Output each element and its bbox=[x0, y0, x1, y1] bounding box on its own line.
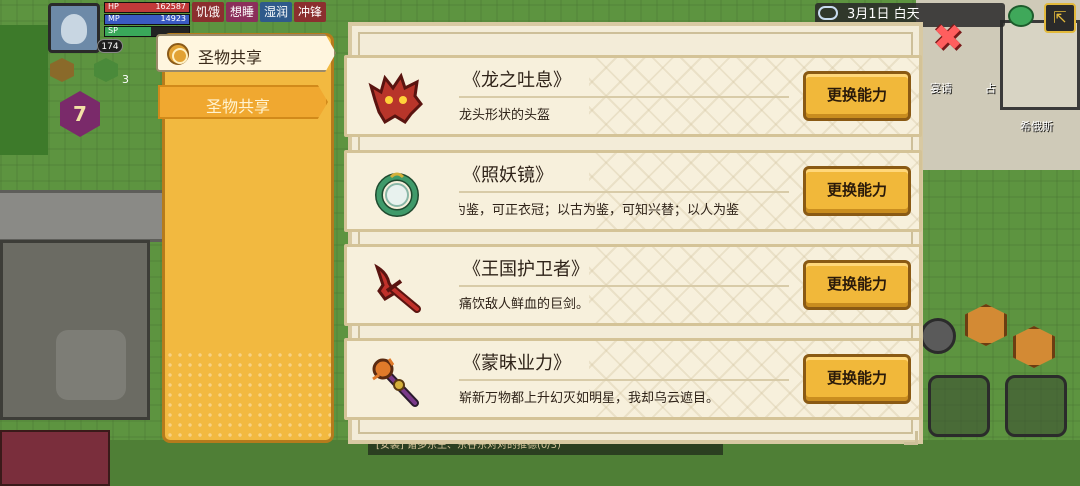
fortune-label[interactable]: 占 bbox=[985, 80, 996, 96]
close-icon[interactable]: ✖ bbox=[930, 21, 966, 58]
relic-divider bbox=[459, 379, 789, 381]
item-count: 3 bbox=[122, 73, 129, 86]
relic-name: 《照妖镜》 bbox=[463, 165, 553, 186]
mirror-icon bbox=[365, 165, 425, 221]
relic-name: 《蒙昧业力》 bbox=[463, 353, 571, 374]
player-level-badge: 174 bbox=[97, 39, 123, 53]
status-tag-hungry[interactable]: 饥饿 bbox=[192, 2, 225, 22]
dialog-corner-deco bbox=[904, 431, 918, 445]
carpet bbox=[0, 430, 110, 486]
hp-bar: HP 162587 bbox=[104, 2, 190, 13]
karma-staff-icon bbox=[365, 353, 425, 409]
sidebar-dot-pattern bbox=[165, 350, 331, 440]
hp-value: 162587 bbox=[155, 2, 186, 11]
change-ability-button[interactable]: 更换能力 bbox=[803, 166, 911, 216]
sidebar-tab-relic-share-header[interactable]: 圣物共享 bbox=[156, 34, 336, 72]
relic-name: 《龙之吐息》 bbox=[463, 70, 571, 91]
sword-weapon-icon[interactable] bbox=[928, 375, 990, 437]
relic-card: 《王国护卫者》 痛饮敌人鲜血的巨剑。 更换能力 bbox=[344, 244, 922, 326]
sp-label: SP bbox=[108, 26, 118, 35]
invite-label[interactable]: 宴请 bbox=[930, 80, 952, 96]
mp-label: MP bbox=[108, 14, 120, 23]
bow-weapon-icon[interactable] bbox=[1005, 375, 1067, 437]
sidebar-tab-relic-share[interactable]: 圣物共享 bbox=[158, 85, 328, 119]
tree-cluster bbox=[0, 25, 48, 155]
sidebar-tab-label: 圣物共享 bbox=[205, 97, 270, 116]
status-tag-charge[interactable]: 冲锋 bbox=[294, 2, 327, 22]
relic-description: 以铜为鉴，可正衣冠；以古为鉴，可知兴替；以人为鉴 bbox=[459, 203, 740, 218]
stone-path bbox=[0, 190, 165, 242]
status-tag-wet[interactable]: 湿润 bbox=[260, 2, 293, 22]
player-avatar[interactable] bbox=[48, 3, 100, 53]
mp-value: 14923 bbox=[160, 14, 186, 23]
relic-description: 痛饮敌人鲜血的巨剑。 bbox=[459, 297, 590, 312]
relic-divider bbox=[459, 285, 789, 287]
location-label: 希俄斯 bbox=[1020, 120, 1053, 133]
change-ability-button[interactable]: 更换能力 bbox=[803, 354, 911, 404]
dragon-helmet-icon bbox=[365, 70, 425, 126]
sidebar-header-label: 圣物共享 bbox=[198, 48, 263, 67]
relic-divider bbox=[459, 191, 789, 193]
relic-card: 《龙之吐息》 龙头形状的头盔 更换能力 bbox=[344, 55, 922, 137]
star-skill-icon[interactable] bbox=[920, 318, 956, 354]
relic-description: 龙头形状的头盔 bbox=[459, 108, 551, 123]
movement-dpad[interactable] bbox=[56, 330, 126, 400]
relic-card: 《照妖镜》 以铜为鉴，可正衣冠；以古为鉴，可知兴替；以人为鉴 更换能力 bbox=[344, 150, 922, 232]
relic-name: 《王国护卫者》 bbox=[463, 259, 589, 280]
coin-icon bbox=[167, 43, 189, 65]
world-map-icon[interactable] bbox=[1008, 5, 1034, 27]
greatsword-icon bbox=[365, 259, 425, 315]
status-tag-sleepy[interactable]: 想睡 bbox=[226, 2, 259, 22]
building-room bbox=[1000, 20, 1080, 110]
exit-button[interactable]: ⇱ bbox=[1044, 3, 1076, 33]
weather-cloud-icon bbox=[818, 6, 838, 20]
mp-bar: MP 14923 bbox=[104, 14, 190, 25]
change-ability-button[interactable]: 更换能力 bbox=[803, 260, 911, 310]
change-ability-button[interactable]: 更换能力 bbox=[803, 71, 911, 121]
hp-label: HP bbox=[108, 2, 119, 11]
relic-divider bbox=[459, 96, 789, 98]
status-effects: 饥饿 想睡 湿润 冲锋 bbox=[192, 2, 327, 22]
relic-description: 崭新万物都上升幻灭如明星，我却乌云遮目。 bbox=[459, 391, 720, 406]
relic-card: 《蒙昧业力》 崭新万物都上升幻灭如明星，我却乌云遮目。 更换能力 bbox=[344, 338, 922, 420]
